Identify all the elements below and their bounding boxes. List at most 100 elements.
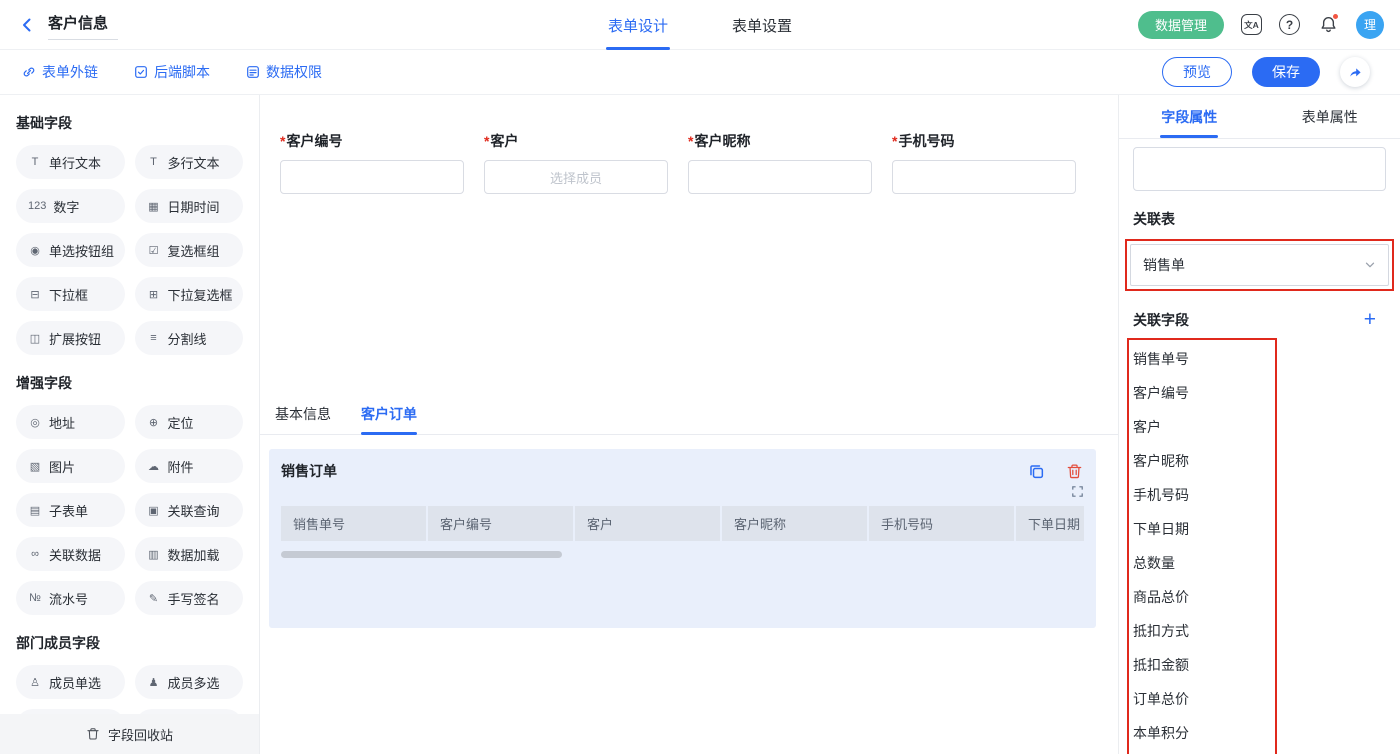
related-data-icon: ∞	[28, 548, 42, 560]
field-item-related-query[interactable]: ▣关联查询	[135, 493, 244, 527]
sales-order-subform[interactable]: 销售订单 销售单号 客户编号 客户 客户昵称	[269, 449, 1096, 628]
section-title-basic-fields: 基础字段	[16, 113, 243, 133]
annotation-highlight-related-table: 销售单	[1125, 239, 1394, 291]
data-permission-link-label: 数据权限	[266, 62, 322, 82]
backend-script-link[interactable]: 后端脚本	[134, 62, 210, 82]
expand-button[interactable]	[1071, 485, 1084, 498]
single-line-text-icon: T	[28, 156, 42, 168]
field-item-label: 成员单选	[49, 673, 101, 692]
tab-form-properties[interactable]: 表单属性	[1260, 95, 1400, 138]
toolbar: 表单外链 后端脚本 数据权限 预览 保存	[0, 50, 1400, 95]
form-external-link-label: 表单外链	[42, 62, 98, 82]
tab-form-design[interactable]: 表单设计	[606, 0, 670, 50]
delete-button[interactable]	[1064, 461, 1084, 481]
field-item-member-single[interactable]: ♙成员单选	[16, 665, 125, 699]
field-item-locate[interactable]: ⊕定位	[135, 405, 244, 439]
required-asterisk: *	[484, 133, 489, 149]
related-field-item[interactable]: 客户昵称	[1133, 444, 1275, 478]
field-item-number[interactable]: 123数字	[16, 189, 125, 223]
tab-customer-orders[interactable]: 客户订单	[361, 404, 417, 434]
copy-button[interactable]	[1026, 461, 1046, 481]
tab-field-properties[interactable]: 字段属性	[1119, 95, 1260, 138]
field-item-checkbox-group[interactable]: ☑ 复选框组	[135, 233, 244, 267]
form-field-customer-no: *客户编号	[280, 131, 464, 194]
field-label-text: 客户编号	[286, 133, 342, 149]
customer-member-picker[interactable]: 选择成员	[484, 160, 668, 194]
field-item-image[interactable]: ▧图片	[16, 449, 125, 483]
field-item-address[interactable]: ◎地址	[16, 405, 125, 439]
field-item-serial-number[interactable]: №流水号	[16, 581, 125, 615]
field-item-signature[interactable]: ✎手写签名	[135, 581, 244, 615]
related-field-item[interactable]: 客户编号	[1133, 376, 1275, 410]
field-item-attachment[interactable]: ☁附件	[135, 449, 244, 483]
customer-nickname-input[interactable]	[688, 160, 872, 194]
property-input[interactable]	[1133, 147, 1386, 191]
related-field-item[interactable]: 配送方式	[1133, 750, 1275, 754]
related-field-item[interactable]: 本单积分	[1133, 716, 1275, 750]
related-field-item[interactable]: 商品总价	[1133, 580, 1275, 614]
data-permission-link[interactable]: 数据权限	[246, 62, 322, 82]
form-external-link[interactable]: 表单外链	[22, 62, 98, 82]
field-item-label: 复选框组	[168, 241, 220, 260]
preview-button[interactable]: 预览	[1162, 57, 1232, 87]
related-field-item[interactable]: 手机号码	[1133, 478, 1275, 512]
header-right: 数据管理 文A ? 理	[1138, 11, 1384, 39]
permission-icon	[246, 65, 260, 79]
main-area: 基础字段 T单行文本 T多行文本 123数字 ▦日期时间 ◉单选按钮组 ☑ 复选框…	[0, 95, 1400, 754]
save-button[interactable]: 保存	[1252, 57, 1320, 87]
field-item-divider[interactable]: ≡分割线	[135, 321, 244, 355]
field-item-related-data[interactable]: ∞ 关联数据	[16, 537, 125, 571]
related-field-item[interactable]: 订单总价	[1133, 682, 1275, 716]
expand-icon	[1071, 485, 1084, 498]
field-item-extend-button[interactable]: ◫扩展按钮	[16, 321, 125, 355]
related-table-value: 销售单	[1143, 255, 1185, 275]
field-item-radio-group[interactable]: ◉单选按钮组	[16, 233, 125, 267]
avatar[interactable]: 理	[1356, 11, 1384, 39]
related-table-select[interactable]: 销售单	[1130, 244, 1389, 286]
related-field-item[interactable]: 总数量	[1133, 546, 1275, 580]
field-item-subform[interactable]: ▤子表单	[16, 493, 125, 527]
field-item-dropdown[interactable]: ⊟下拉框	[16, 277, 125, 311]
field-item-multi-dropdown[interactable]: ⊞下拉复选框	[135, 277, 244, 311]
related-field-item[interactable]: 抵扣金额	[1133, 648, 1275, 682]
toolbar-actions: 预览 保存	[1162, 57, 1370, 87]
related-field-item[interactable]: 客户	[1133, 410, 1275, 444]
help-button[interactable]: ?	[1279, 14, 1300, 35]
data-manage-button[interactable]: 数据管理	[1138, 11, 1224, 39]
related-field-item[interactable]: 销售单号	[1133, 342, 1275, 376]
phone-input[interactable]	[892, 160, 1076, 194]
field-item-label: 关联查询	[168, 501, 220, 520]
back-button[interactable]	[16, 14, 38, 36]
customer-no-input[interactable]	[280, 160, 464, 194]
subform-expand-row	[281, 485, 1084, 498]
related-field-item[interactable]: 下单日期	[1133, 512, 1275, 546]
link-icon	[22, 65, 36, 79]
data-load-icon: ▥	[147, 548, 161, 561]
field-item-data-load[interactable]: ▥数据加载	[135, 537, 244, 571]
tab-basic-info[interactable]: 基本信息	[275, 404, 331, 434]
add-related-field-button[interactable]: +	[1364, 309, 1376, 330]
field-item-single-line-text[interactable]: T单行文本	[16, 145, 125, 179]
recycle-bin-label: 字段回收站	[108, 725, 173, 744]
share-button[interactable]	[1340, 57, 1370, 87]
translate-button[interactable]: 文A	[1241, 14, 1262, 35]
enhanced-fields-grid: ◎地址 ⊕定位 ▧图片 ☁附件 ▤子表单 ▣关联查询 ∞ 关联数据 ▥数据加载 №…	[16, 405, 243, 615]
section-title-enhanced-fields: 增强字段	[16, 373, 243, 393]
horizontal-scrollbar[interactable]	[281, 551, 562, 558]
related-field-item[interactable]: 抵扣方式	[1133, 614, 1275, 648]
tab-form-settings[interactable]: 表单设置	[730, 0, 794, 50]
related-fields-label: 关联字段	[1133, 310, 1189, 330]
field-item-datetime[interactable]: ▦日期时间	[135, 189, 244, 223]
field-recycle-bin[interactable]: 字段回收站	[0, 714, 259, 754]
field-item-label: 关联数据	[49, 545, 101, 564]
checkbox-group-icon: ☑	[147, 244, 161, 257]
notification-button[interactable]	[1317, 14, 1339, 36]
member-multi-icon: ♟	[147, 676, 161, 689]
serial-number-icon: №	[28, 592, 42, 604]
header-left: 客户信息	[16, 9, 118, 40]
field-item-label: 扩展按钮	[49, 329, 101, 348]
field-label: *客户昵称	[688, 131, 872, 151]
field-item-multi-line-text[interactable]: T多行文本	[135, 145, 244, 179]
field-item-member-multi[interactable]: ♟成员多选	[135, 665, 244, 699]
required-asterisk: *	[688, 133, 693, 149]
